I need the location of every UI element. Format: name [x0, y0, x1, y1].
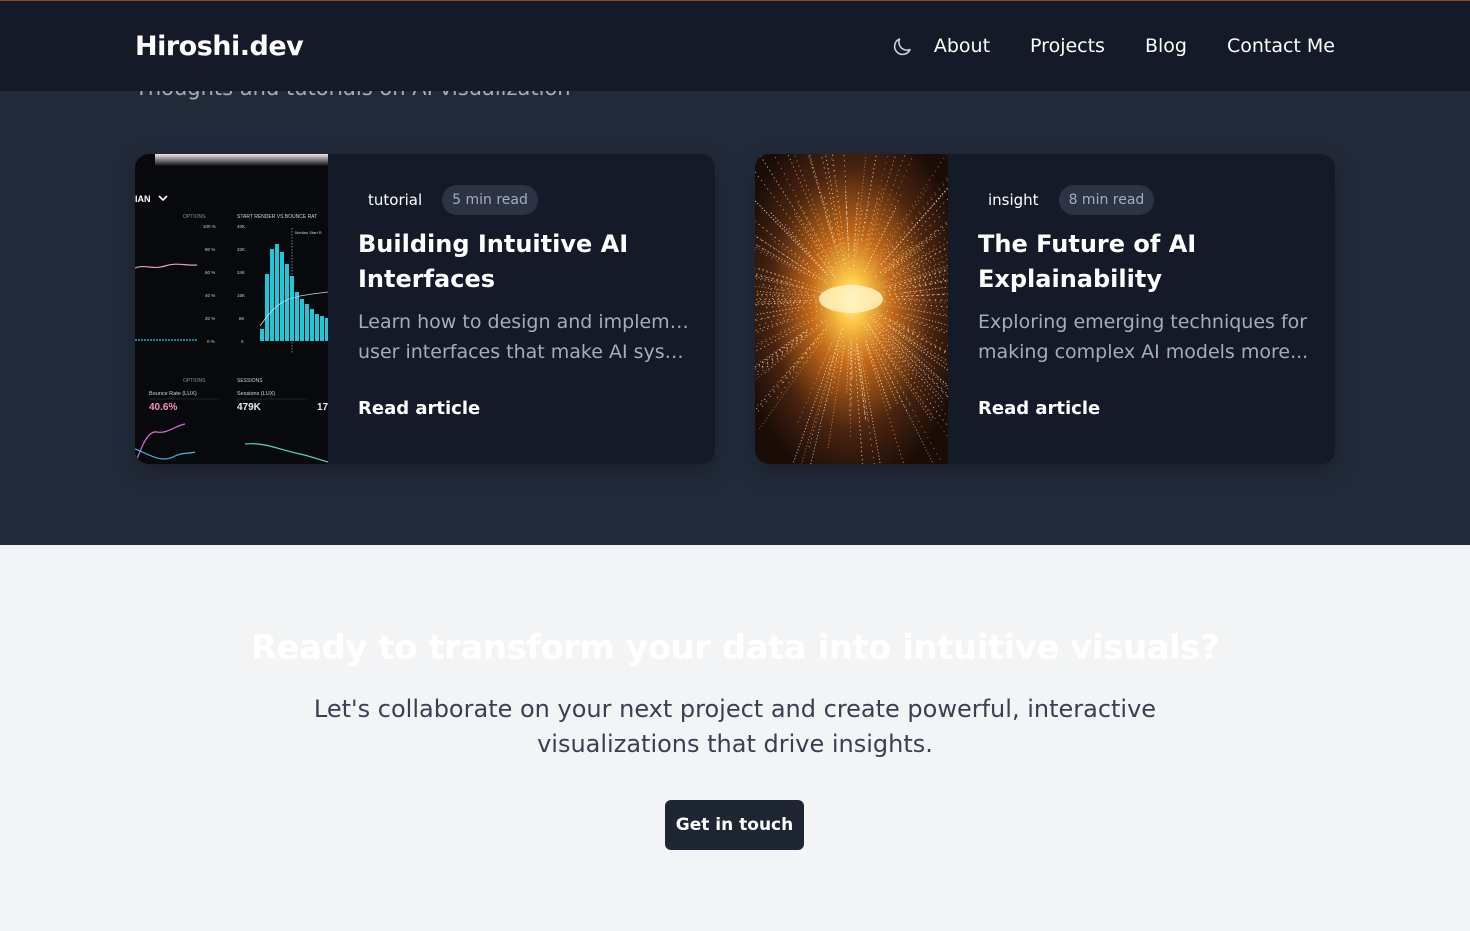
nav-item-projects[interactable]: Projects [1030, 35, 1105, 57]
card-tags: tutorial 5 min read [358, 185, 689, 215]
image-chart-title: START RENDER VS BOUNCE RAT [237, 214, 317, 220]
nav-item-blog[interactable]: Blog [1145, 35, 1187, 57]
post-excerpt-line: making complex AI models more... [978, 341, 1309, 363]
image-extra-value: 17 [317, 402, 328, 413]
image-bounce-value: 40.6% [149, 402, 177, 413]
post-title-line: Explainability [978, 265, 1162, 293]
image-options-label: OPTIONS [183, 214, 206, 220]
post-excerpt-line: Learn how to design and implement [358, 311, 689, 333]
post-title[interactable]: Building Intuitive AI Interfaces [358, 227, 689, 297]
card-tags: insight 8 min read [978, 185, 1309, 215]
light-tunnel-image [755, 154, 948, 464]
moon-icon[interactable] [890, 35, 914, 59]
k-axis-label: 8K [239, 316, 245, 321]
image-sessions-value: 479K [237, 402, 262, 413]
analytics-dashboard-image: IAN OPTIONS START RENDER VS BOUNCE RAT M… [135, 154, 328, 464]
cta-text-line: Let's collaborate on your next project a… [313, 695, 1157, 723]
category-tag[interactable]: insight [978, 185, 1049, 215]
pct-axis-label: 40 % [205, 293, 215, 298]
read-time-badge: 5 min read [442, 185, 538, 215]
k-axis-label: 32K [237, 247, 245, 252]
card-body: tutorial 5 min read Building Intuitive A… [358, 185, 689, 419]
read-article-link[interactable]: Read article [358, 398, 480, 419]
read-article-link[interactable]: Read article [978, 398, 1100, 419]
pct-axis-label: 20 % [205, 316, 215, 321]
nav-item-contact[interactable]: Contact Me [1227, 35, 1335, 57]
post-title[interactable]: The Future of AI Explainability [978, 227, 1309, 297]
image-menu-label: IAN [135, 194, 151, 204]
k-axis-label: 16K [237, 293, 245, 298]
main-nav: About Projects Blog Contact Me [934, 35, 1335, 57]
post-excerpt-line: Exploring emerging techniques for [978, 311, 1308, 333]
image-sessions-sub-label: Sessions (LUX) [237, 391, 275, 397]
top-navbar: Hiroshi.dev About Projects Blog Contact … [0, 0, 1470, 91]
cta-title: Ready to transform your data into intuit… [250, 628, 1220, 668]
image-sessions-label: SESSIONS [237, 378, 263, 384]
get-in-touch-button[interactable]: Get in touch [665, 800, 804, 850]
nav-item-about[interactable]: About [934, 35, 990, 57]
image-median-label: Median Start R [295, 230, 322, 235]
post-title-line: Interfaces [358, 265, 496, 293]
post-title-line: Building Intuitive AI [358, 230, 629, 258]
pct-axis-label: 100 % [203, 224, 216, 229]
card-body: insight 8 min read The Future of AI Expl… [978, 185, 1309, 419]
pct-axis-label: 0 % [207, 339, 215, 344]
cta-section: Ready to transform your data into intuit… [0, 545, 1470, 931]
cta-text-line: visualizations that drive insights. [537, 730, 933, 758]
k-axis-label: 40K [237, 224, 245, 229]
post-excerpt-line: user interfaces that make AI system... [358, 341, 689, 363]
post-excerpt: Learn how to design and implement user i… [358, 307, 689, 367]
image-options-label-bottom: OPTIONS [183, 378, 206, 384]
blog-card-ai-explainability[interactable]: insight 8 min read The Future of AI Expl… [755, 154, 1335, 464]
cta-text: Let's collaborate on your next project a… [300, 692, 1170, 762]
category-tag[interactable]: tutorial [358, 185, 432, 215]
k-axis-label: 24K [237, 270, 245, 275]
pct-axis-label: 60 % [205, 270, 215, 275]
read-time-badge: 8 min read [1058, 185, 1155, 215]
post-title-line: The Future of AI [978, 230, 1197, 258]
blog-card-ai-interfaces[interactable]: IAN OPTIONS START RENDER VS BOUNCE RAT M… [135, 154, 715, 464]
pct-axis-label: 80 % [205, 247, 215, 252]
image-bounce-label: Bounce Rate (LUX) [149, 391, 197, 397]
brand-logo[interactable]: Hiroshi.dev [135, 31, 304, 62]
post-excerpt: Exploring emerging techniques for making… [978, 307, 1309, 367]
